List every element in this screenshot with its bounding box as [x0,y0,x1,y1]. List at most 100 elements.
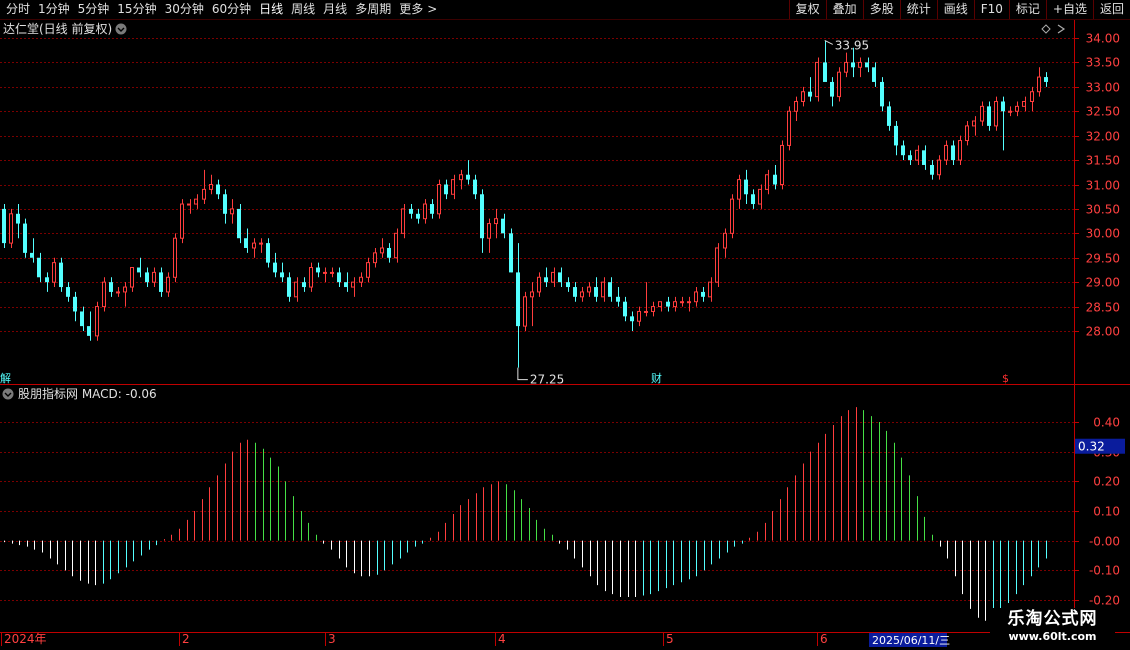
candle-body [794,100,798,112]
candle-body [601,281,605,298]
candle-body [394,232,398,259]
candle-body [844,61,848,73]
title-dropdown-icon[interactable] [115,23,127,35]
candle-body [16,213,20,224]
price-tick-label: 31.00 [1086,179,1120,193]
candle-body [45,277,49,283]
candle-body [566,282,570,288]
candle-body [166,276,170,293]
macd-tick-label: -0.20 [1089,594,1120,608]
candle-body [466,174,470,180]
candle-body [237,208,241,239]
candle-body [52,262,56,283]
macd-tick-label: 0.20 [1093,475,1120,489]
candle-body [666,301,670,307]
candle-body [687,301,691,304]
candle-body [837,71,841,98]
candle-body [451,179,455,195]
candle-body [287,277,291,297]
high-price-label: 33.95 [835,38,869,52]
candle-body [737,179,741,200]
candle-body [266,243,270,263]
candle-body [965,125,969,142]
candle-body [908,155,912,161]
chevron-right-icon[interactable] [1057,24,1066,34]
macd-tick-label: 0.10 [1093,505,1120,519]
candle-body [373,252,377,264]
candle-body [516,272,520,327]
macd-dropdown-icon[interactable] [2,388,14,400]
xaxis-label: 2 [182,632,190,646]
candle-body [680,301,684,304]
candle-body [252,242,256,249]
candle-body [294,281,298,298]
candle-body [787,110,791,146]
candle-body [187,203,191,206]
price-tick-label: 28.50 [1086,301,1120,315]
candle-body [95,306,99,337]
candle-body [773,174,777,185]
candle-body [387,247,391,258]
candle-body [644,310,648,313]
candle-body [1044,77,1048,82]
candle-body [423,203,427,220]
candle-body [730,198,734,234]
candle-body [23,223,27,253]
candle-body [751,194,755,205]
candle-body [509,233,513,273]
candle-body [830,81,834,97]
chart-canvas[interactable]: 34.00 33.50 33.00 32.50 32.00 31.50 31.00 30.50… [0,0,1130,650]
candle-body [109,282,113,292]
candle-body [66,287,70,297]
candle-body [37,257,41,278]
candle-body [73,296,77,312]
candle-body [130,267,134,288]
diamond-icon[interactable] [1041,24,1051,34]
candle-body [937,159,941,176]
macd-tick-label: -0.00 [1089,535,1120,549]
candle-body [116,291,120,294]
candle-body [922,150,926,165]
candle-body [608,282,612,297]
candle-body [851,62,855,68]
xaxis-label: 5 [666,632,674,646]
candle-body [344,282,348,288]
candle-body [159,272,163,292]
watermark-title: 乐淘公式网 [1007,609,1098,629]
candle-body [587,286,591,293]
price-tick-label: 34.00 [1086,32,1120,46]
candle-body [444,184,448,195]
price-tick-label: 28.00 [1086,325,1120,339]
macd-current-value: 0.32 [1078,440,1105,454]
candle-body [915,149,919,161]
event-marker-2[interactable]: $ [1002,372,1009,385]
candle-body [537,276,541,293]
xaxis-label: 6 [820,632,828,646]
price-tick-label: 29.00 [1086,276,1120,290]
candle-body [758,188,762,205]
candle-body [230,208,234,215]
event-marker-0[interactable]: 解 [0,371,11,385]
candle-body [1001,101,1005,112]
event-marker-1[interactable]: 财 [651,371,662,385]
macd-tick-label: -0.10 [1089,564,1120,578]
candle-body [380,247,384,254]
candle-body [801,91,805,102]
candle-body [366,262,370,278]
candle-body [616,296,620,302]
candle-body [1037,76,1041,93]
candle-body [930,164,934,175]
candle-body [808,91,812,97]
candle-body [244,238,248,248]
low-marker-line [517,367,528,381]
candle-body [865,62,869,68]
candle-body [701,291,705,297]
candle-body [894,125,898,146]
candle-body [501,218,505,234]
cursor-date-label: 2025/06/11/三 [872,634,950,647]
candle-body [544,277,548,283]
price-tick-label: 32.00 [1086,130,1120,144]
candle-body [623,301,627,317]
candle-body [637,310,641,322]
candle-body [123,286,127,293]
